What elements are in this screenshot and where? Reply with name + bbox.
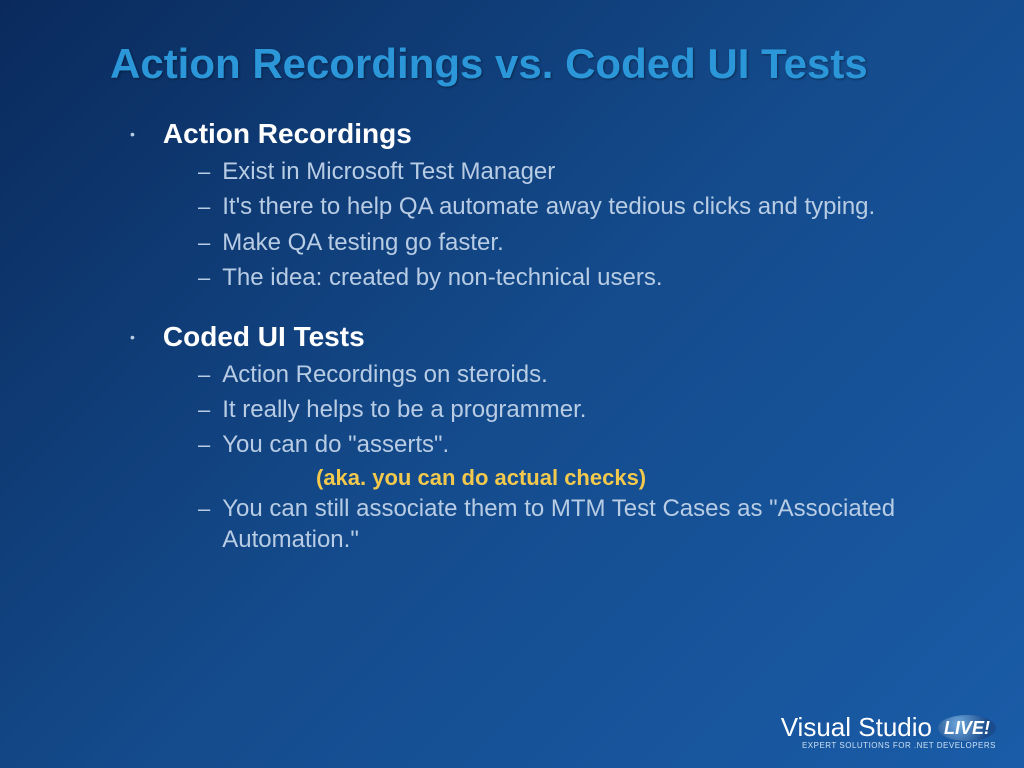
item-text: It's there to help QA automate away tedi… [222,191,875,222]
dash-icon: – [198,230,210,256]
section-heading: Action Recordings [163,118,412,150]
list-item: – It really helps to be a programmer. [198,394,964,425]
item-text: Exist in Microsoft Test Manager [222,156,555,187]
dash-icon: – [198,194,210,220]
list-item: – The idea: created by non-technical use… [198,262,964,293]
slide-title: Action Recordings vs. Coded UI Tests [110,40,964,88]
list-item: – Make QA testing go faster. [198,227,964,258]
aside-note: (aka. you can do actual checks) [316,465,964,491]
logo-brand: Visual Studio [781,712,932,743]
dash-icon: – [198,362,210,388]
section-action-recordings: • Action Recordings – Exist in Microsoft… [110,118,964,293]
logo-tagline: EXPERT SOLUTIONS FOR .NET DEVELOPERS [781,741,996,750]
list-item: – You can do "asserts". [198,429,964,460]
dash-icon: – [198,397,210,423]
item-text: Make QA testing go faster. [222,227,503,258]
dash-icon: – [198,432,210,458]
dash-icon: – [198,496,210,522]
item-text: It really helps to be a programmer. [222,394,586,425]
section-heading: Coded UI Tests [163,321,365,353]
bullet-row: • Coded UI Tests [130,321,964,353]
footer-logo: Visual Studio LIVE! EXPERT SOLUTIONS FOR… [781,712,996,750]
section-coded-ui-tests: • Coded UI Tests – Action Recordings on … [110,321,964,555]
list-item: – Exist in Microsoft Test Manager [198,156,964,187]
list-item: – Action Recordings on steroids. [198,359,964,390]
item-text: You can do "asserts". [222,429,449,460]
list-item: – You can still associate them to MTM Te… [198,493,964,555]
item-text: Action Recordings on steroids. [222,359,548,390]
item-text: You can still associate them to MTM Test… [222,493,964,555]
slide: Action Recordings vs. Coded UI Tests • A… [0,0,1024,768]
bullet-icon: • [130,330,135,344]
logo-live-badge: LIVE! [938,715,996,741]
logo-main: Visual Studio LIVE! [781,712,996,743]
sub-list: – Action Recordings on steroids. – It re… [198,359,964,555]
dash-icon: – [198,159,210,185]
bullet-row: • Action Recordings [130,118,964,150]
item-text: The idea: created by non-technical users… [222,262,662,293]
bullet-icon: • [130,127,135,141]
dash-icon: – [198,265,210,291]
sub-list: – Exist in Microsoft Test Manager – It's… [198,156,964,293]
list-item: – It's there to help QA automate away te… [198,191,964,222]
